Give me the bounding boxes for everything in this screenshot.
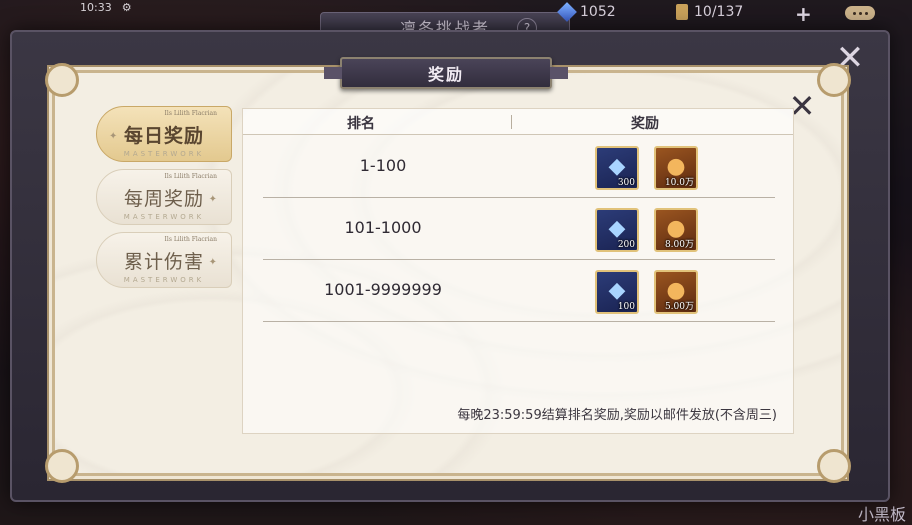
item-quantity: 5.00万: [664, 302, 694, 312]
rank-range: 1001-9999999: [324, 280, 442, 299]
clock-time: 10:33: [80, 0, 112, 14]
more-menu-button[interactable]: [845, 6, 875, 20]
table-row: 1-100 ◆ 300 ● 10.0万: [263, 136, 775, 198]
header-divider: [511, 115, 512, 129]
coin-icon[interactable]: ● 5.00万: [654, 270, 698, 314]
corner-ornament: [817, 63, 851, 97]
tab-daily-reward[interactable]: Ils Lilith Flacrian ✦ 每日奖励 MASTERWORK: [96, 106, 232, 162]
tab-subtitle: MASTERWORK: [123, 150, 205, 158]
item-quantity: 300: [617, 178, 635, 188]
item-quantity: 10.0万: [664, 178, 694, 188]
dot-icon: [864, 11, 868, 15]
gem-count: 1052: [580, 4, 616, 20]
blackboard-label[interactable]: 小黑板: [858, 501, 906, 525]
stamina-icon: [676, 4, 688, 20]
settlement-note: 每晚23:59:59结算排名奖励,奖励以邮件发放(不含周三): [457, 408, 777, 423]
rank-column-header: 排名: [347, 116, 375, 132]
item-quantity: 8.00万: [664, 240, 694, 250]
table-header: 排名 奖励: [243, 109, 793, 135]
reward-column-header: 奖励: [631, 116, 659, 132]
coin-icon[interactable]: ● 8.00万: [654, 208, 698, 252]
stamina-counter: 10/137: [676, 0, 743, 24]
crystal-icon[interactable]: ◆ 100: [595, 270, 639, 314]
dot-icon: [852, 11, 856, 15]
crystal-icon[interactable]: ◆ 200: [595, 208, 639, 252]
crystal-glyph: ◆: [608, 154, 626, 179]
corner-ornament: [45, 63, 79, 97]
settings-icon[interactable]: ⚙: [122, 1, 132, 14]
crystal-glyph: ◆: [608, 216, 626, 241]
reward-table: 排名 奖励 1-100 ◆ 300 ● 10.0万 101-1000 ◆ 200…: [242, 108, 794, 434]
gem-counter: 1052: [557, 0, 616, 24]
table-row: 101-1000 ◆ 200 ● 8.00万: [263, 198, 775, 260]
corner-ornament: [45, 449, 79, 483]
tab-tiny-text: Ils Lilith Flacrian: [164, 236, 217, 243]
tab-subtitle: MASTERWORK: [123, 213, 205, 221]
tab-cumulative-damage[interactable]: Ils Lilith Flacrian 累计伤害 ✦ MASTERWORK: [96, 232, 232, 288]
tab-label: 每日奖励: [123, 125, 204, 147]
add-stamina-button[interactable]: +: [795, 2, 812, 26]
tab-subtitle: MASTERWORK: [123, 276, 205, 284]
dialog-title-plate: 奖励: [324, 57, 568, 89]
item-quantity: 100: [617, 302, 635, 312]
ornament-icon: ✦: [208, 257, 217, 268]
tab-weekly-reward[interactable]: Ils Lilith Flacrian 每周奖励 ✦ MASTERWORK: [96, 169, 232, 225]
rank-range: 1-100: [359, 156, 407, 175]
crystal-glyph: ◆: [608, 278, 626, 303]
gem-icon: [557, 2, 577, 22]
coin-icon[interactable]: ● 10.0万: [654, 146, 698, 190]
table-row: 1001-9999999 ◆ 100 ● 5.00万: [263, 260, 775, 322]
crystal-icon[interactable]: ◆ 300: [595, 146, 639, 190]
tab-tiny-text: Ils Lilith Flacrian: [164, 173, 217, 180]
corner-ornament: [817, 449, 851, 483]
status-bar: 10:33 ⚙: [80, 0, 132, 14]
rank-range: 101-1000: [344, 218, 422, 237]
ornament-icon: ✦: [208, 194, 217, 205]
stamina-count: 10/137: [694, 4, 744, 20]
dot-icon: [858, 11, 862, 15]
dialog-title: 奖励: [427, 65, 464, 84]
item-quantity: 200: [617, 240, 635, 250]
tab-tiny-text: Ils Lilith Flacrian: [164, 110, 217, 117]
